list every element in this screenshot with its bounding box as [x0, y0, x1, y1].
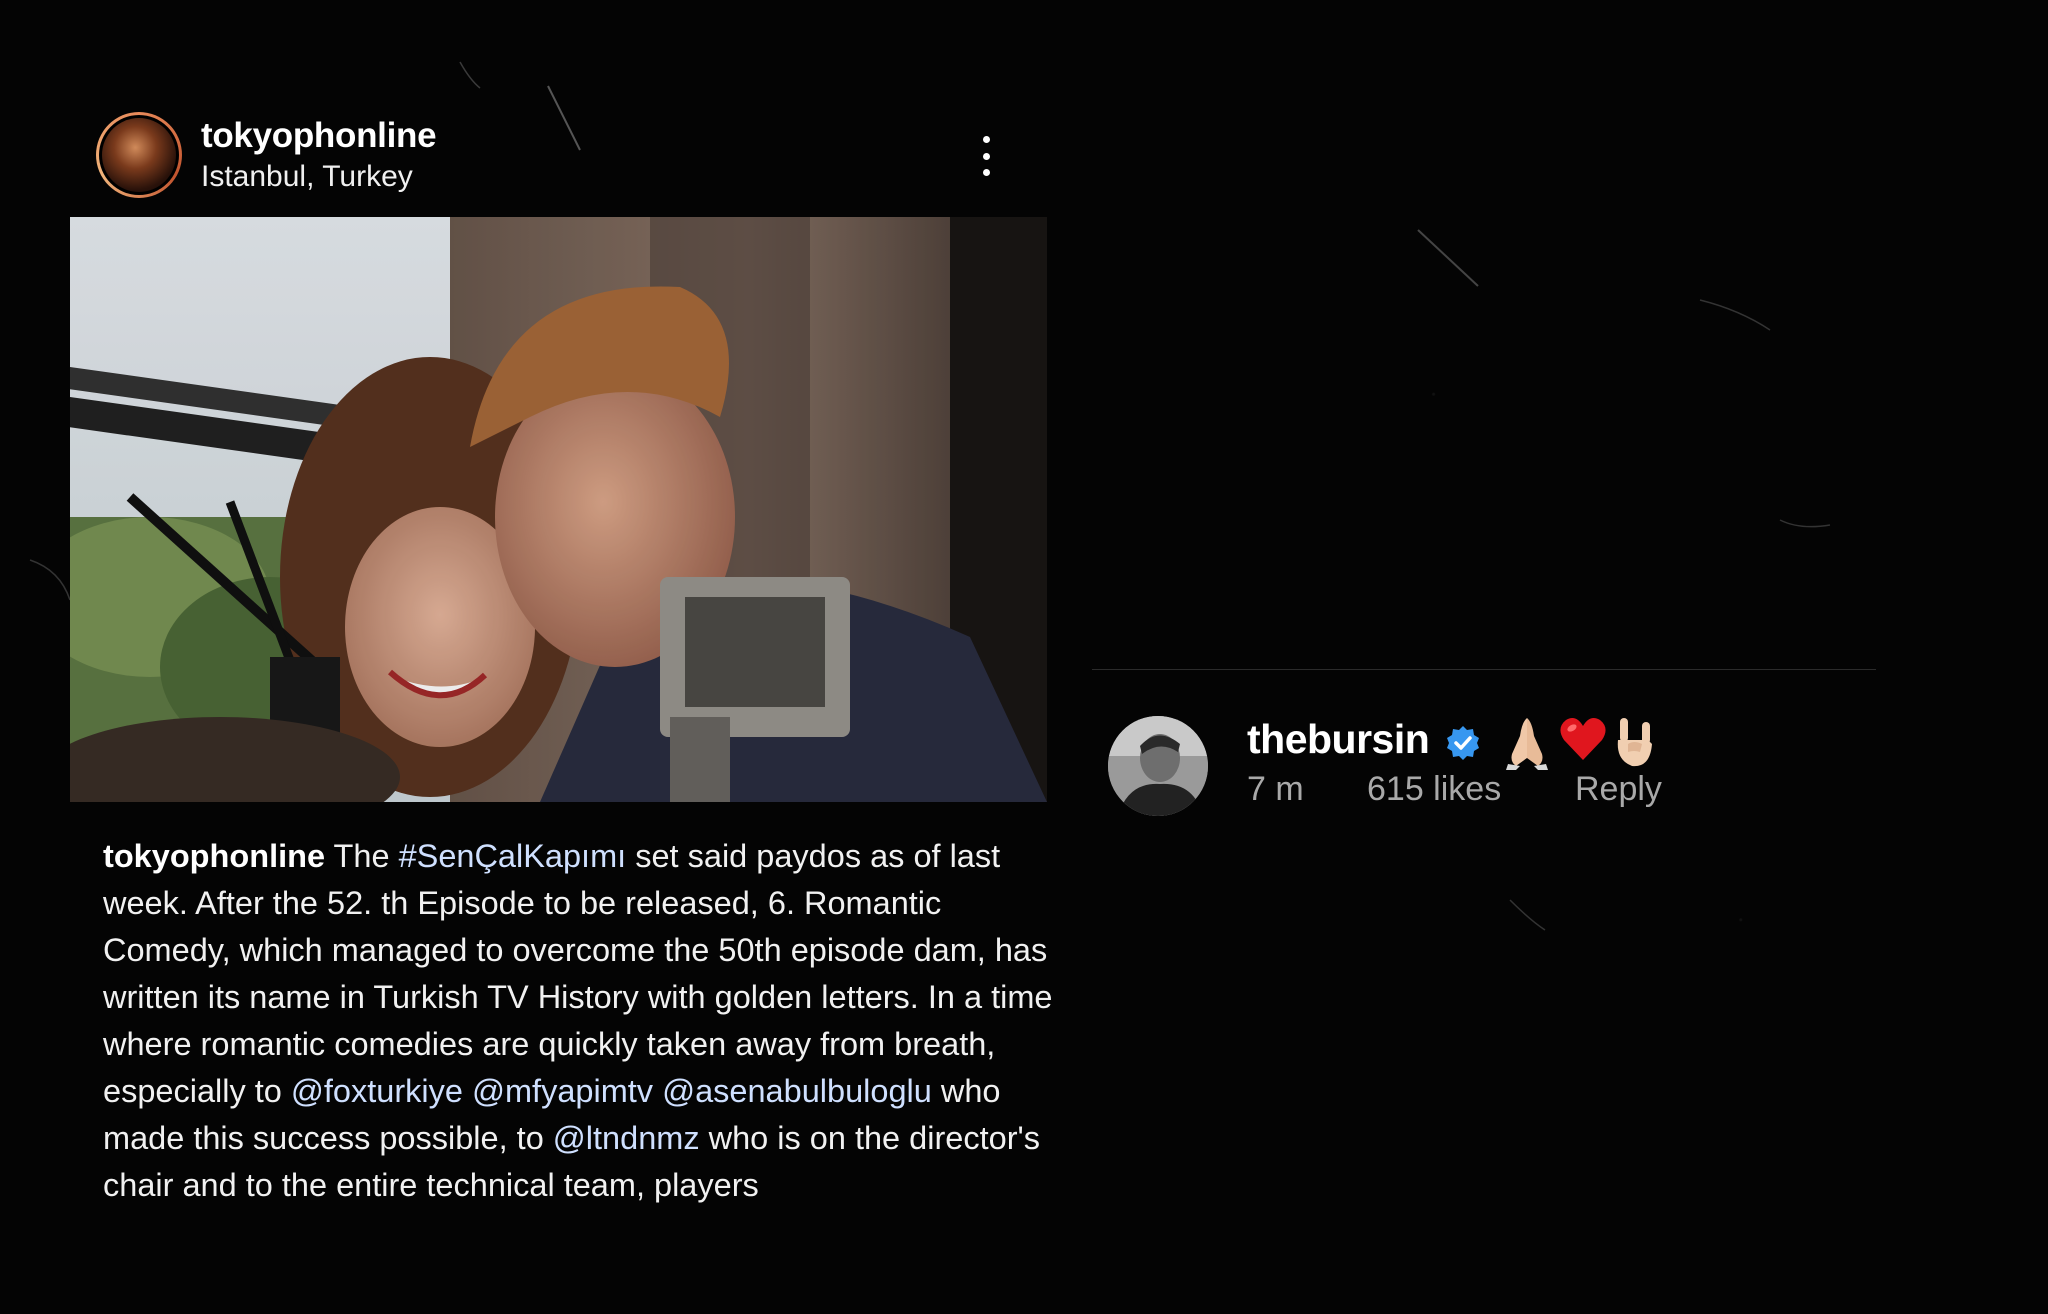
caption-link[interactable]: #SenÇalKapımı — [399, 838, 627, 874]
caption-link[interactable]: @ltndnmz — [553, 1120, 700, 1156]
comment-likes[interactable]: 615 likes — [1367, 770, 1575, 809]
caption-text: The #SenÇalKapımı set said paydos as of … — [103, 838, 1052, 1203]
comment-meta: 7 m 615 likes Reply — [1247, 770, 1662, 809]
caption-text-segment: set said paydos as of last week. After t… — [103, 838, 1053, 1109]
commenter-avatar[interactable] — [1108, 716, 1208, 816]
post-caption: tokyophonline The #SenÇalKapımı set said… — [103, 833, 1063, 1209]
verified-badge-icon — [1444, 724, 1482, 762]
post-location[interactable]: Istanbul, Turkey — [201, 160, 413, 194]
red-heart-icon — [1560, 718, 1606, 760]
post-author-avatar[interactable] — [96, 112, 182, 198]
caption-username[interactable]: tokyophonline — [103, 838, 325, 874]
folded-hands-icon — [1506, 718, 1548, 770]
comment-divider — [1092, 669, 1876, 670]
post-author-username[interactable]: tokyophonline — [201, 116, 437, 156]
post-photo[interactable] — [70, 217, 1047, 802]
more-options-icon[interactable] — [976, 132, 996, 180]
sign-of-the-horns-icon — [1617, 718, 1652, 767]
caption-link[interactable]: @mfyapimtv — [472, 1073, 653, 1109]
reply-button[interactable]: Reply — [1575, 770, 1662, 809]
caption-link[interactable]: @foxturkiye — [291, 1073, 463, 1109]
post-header: tokyophonline Istanbul, Turkey — [96, 112, 996, 202]
caption-text-segment: The — [325, 838, 399, 874]
comment-emojis — [1500, 714, 1656, 770]
comment-item: thebursin 7 m 615 likes Reply — [1106, 714, 1866, 824]
caption-text-segment — [463, 1073, 472, 1109]
commenter-username[interactable]: thebursin — [1247, 716, 1430, 763]
caption-text-segment — [653, 1073, 662, 1109]
caption-link[interactable]: @asenabulbuloglu — [662, 1073, 932, 1109]
comment-timestamp: 7 m — [1247, 770, 1304, 808]
